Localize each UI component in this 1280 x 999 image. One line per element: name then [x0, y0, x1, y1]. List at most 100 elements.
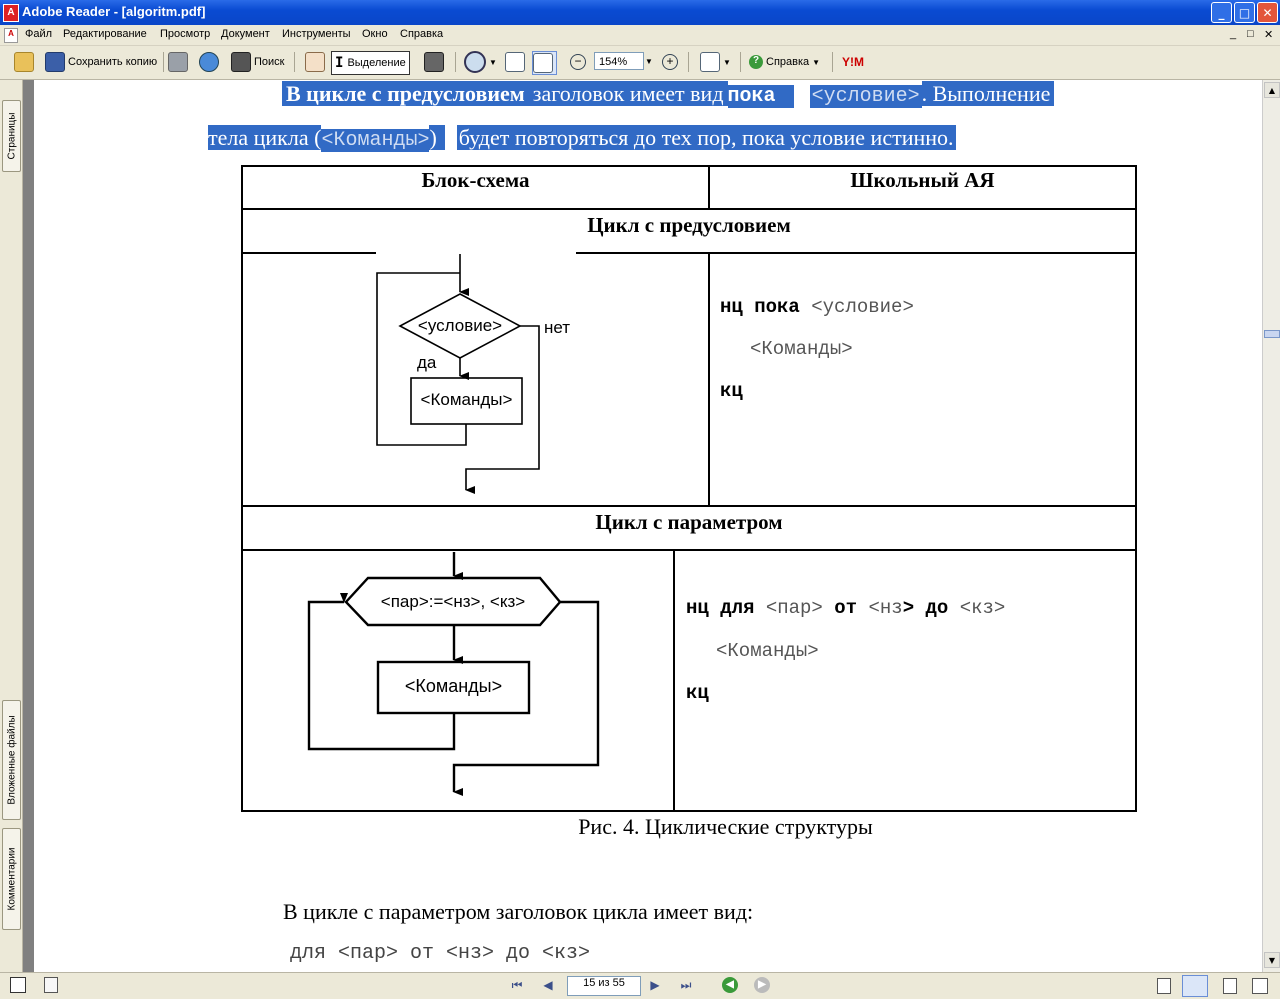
scroll-up-arrow-icon[interactable]: ▲ [1264, 82, 1280, 98]
zoom-in-button[interactable]: + [662, 51, 678, 73]
search-label: Поиск [254, 56, 285, 68]
toolbar-separator [740, 52, 741, 72]
menu-help[interactable]: Справка [400, 28, 443, 40]
open-button[interactable] [14, 51, 37, 73]
email-button[interactable] [199, 51, 222, 73]
maximize-button[interactable]: □ [1234, 2, 1255, 23]
tab-attachments-label: Вложенные файлы [6, 715, 17, 805]
zoom-out-button[interactable]: − [570, 51, 586, 73]
zoom-input[interactable]: 154% [594, 52, 644, 70]
toolbar-separator [163, 52, 164, 72]
code-line-end-1: кц [720, 380, 743, 402]
menu-tools[interactable]: Инструменты [282, 28, 351, 40]
single-page-view-icon[interactable] [1157, 978, 1171, 994]
commands-label-2: <Команды> [404, 676, 503, 696]
code-param: <пар> [765, 597, 823, 619]
back-arrow-icon[interactable]: ◀ [722, 977, 738, 993]
scroll-down-arrow-icon[interactable]: ▼ [1264, 952, 1280, 968]
floppy-icon [45, 52, 65, 72]
yahoo-button[interactable]: Y!M [842, 51, 864, 73]
select-tool-button[interactable]: I Выделение [331, 51, 410, 75]
search-button[interactable]: Поиск [231, 51, 284, 73]
tab-attachments[interactable]: Вложенные файлы [2, 700, 21, 820]
globe-mail-icon [199, 52, 219, 72]
previous-page-icon[interactable]: ◀ [540, 977, 556, 993]
help-label: Справка [766, 56, 810, 68]
zoom-tool-button[interactable]: ▼ [464, 51, 497, 73]
parameter-label: <пар>:=<нз>, <кз> [380, 592, 526, 611]
page-thumbnail-icon[interactable] [44, 977, 58, 993]
print-button[interactable] [168, 51, 191, 73]
next-page-icon[interactable]: ▶ [647, 977, 663, 993]
folder-icon [14, 52, 34, 72]
fit-page-button[interactable] [505, 51, 528, 73]
doc-close-button[interactable]: ✕ [1264, 28, 1273, 41]
section-parameter-title: Цикл с параметром [595, 510, 783, 534]
facing-view-icon[interactable] [1223, 978, 1237, 994]
page-number-input[interactable]: 15 из 55 [567, 976, 641, 996]
parameter-flowchart [307, 552, 600, 796]
code-line-body-1: <Команды> [750, 338, 853, 360]
condition-label: <условие> [417, 316, 503, 335]
fit-page-icon [505, 52, 525, 72]
scroll-thumb[interactable] [1264, 330, 1280, 338]
kw-from: от [834, 597, 858, 619]
help-button[interactable]: ? Справка ▼ [749, 51, 820, 73]
rotate-view-button[interactable]: ▼ [700, 51, 731, 73]
panel-toggle-icon[interactable] [10, 977, 26, 993]
pdf-page: В цикле с предусловием заголовок имеет ви… [34, 80, 1262, 972]
continuous-facing-view-icon[interactable] [1252, 978, 1268, 994]
minus-icon: − [570, 54, 586, 70]
save-copy-button[interactable]: Сохранить копию [45, 51, 157, 73]
vertical-scrollbar[interactable]: ▲ ▼ [1262, 80, 1280, 972]
menu-file[interactable]: Файл [25, 28, 52, 40]
first-page-icon[interactable]: ⏮ [509, 977, 525, 993]
commands-label: <Команды> [420, 390, 513, 409]
toolbar: Сохранить копию Поиск I Выделение ▼ − 154… [0, 46, 1280, 80]
forward-arrow-icon[interactable]: ▶ [754, 977, 770, 993]
tab-pages[interactable]: Страницы [2, 100, 21, 172]
printer-icon [168, 52, 188, 72]
toolbar-separator [294, 52, 295, 72]
menu-window[interactable]: Окно [362, 28, 388, 40]
hand-icon [305, 52, 325, 72]
code-line-end-2: кц [686, 682, 709, 704]
pdf-doc-icon: A [4, 28, 18, 43]
close-button[interactable]: ✕ [1257, 2, 1278, 23]
dropdown-arrow-icon: ▼ [489, 57, 497, 67]
table-grid [241, 165, 1137, 812]
minimize-button[interactable]: _ [1211, 2, 1232, 23]
code-line-header-1: нц пока <условие> [720, 296, 914, 318]
doc-minimize-button[interactable]: _ [1230, 28, 1236, 40]
kw-for: нц для [686, 597, 755, 619]
last-page-icon[interactable]: ⏭ [678, 977, 694, 993]
fit-width-icon [533, 53, 553, 73]
navigation-panel: Страницы Вложенные файлы Комментарии [0, 80, 23, 972]
snapshot-button[interactable] [424, 51, 447, 73]
kw-while: нц пока [720, 296, 800, 318]
hand-tool-button[interactable] [305, 51, 328, 73]
toolbar-separator [832, 52, 833, 72]
code-line-body-2: <Команды> [716, 640, 819, 662]
menu-edit[interactable]: Редактирование [63, 28, 147, 40]
tab-comments-label: Комментарии [6, 847, 17, 911]
doc-restore-button[interactable]: □ [1247, 28, 1254, 40]
precondition-flowchart [376, 251, 576, 494]
document-area: В цикле с предусловием заголовок имеет ви… [23, 80, 1262, 972]
menu-bar: A Файл Редактирование Просмотр Документ … [0, 25, 1280, 46]
menu-document[interactable]: Документ [221, 28, 270, 40]
code-start: <нз [868, 597, 903, 619]
menu-view[interactable]: Просмотр [160, 28, 210, 40]
continuous-view-icon[interactable] [1182, 975, 1208, 997]
fit-width-button[interactable] [532, 51, 557, 75]
page-layout-icon [700, 52, 720, 72]
adobe-reader-icon: A [3, 4, 19, 22]
code-gt: > [902, 597, 915, 619]
binoculars-icon [231, 52, 251, 72]
tab-pages-label: Страницы [6, 112, 17, 160]
help-icon: ? [749, 55, 763, 69]
status-bar: ⏮ ◀ 15 из 55 ▶ ⏭ ◀ ▶ [0, 972, 1280, 999]
zoom-dropdown-arrow-icon[interactable]: ▼ [645, 57, 653, 66]
tab-comments[interactable]: Комментарии [2, 828, 21, 930]
text-cursor-icon: I [335, 55, 344, 71]
